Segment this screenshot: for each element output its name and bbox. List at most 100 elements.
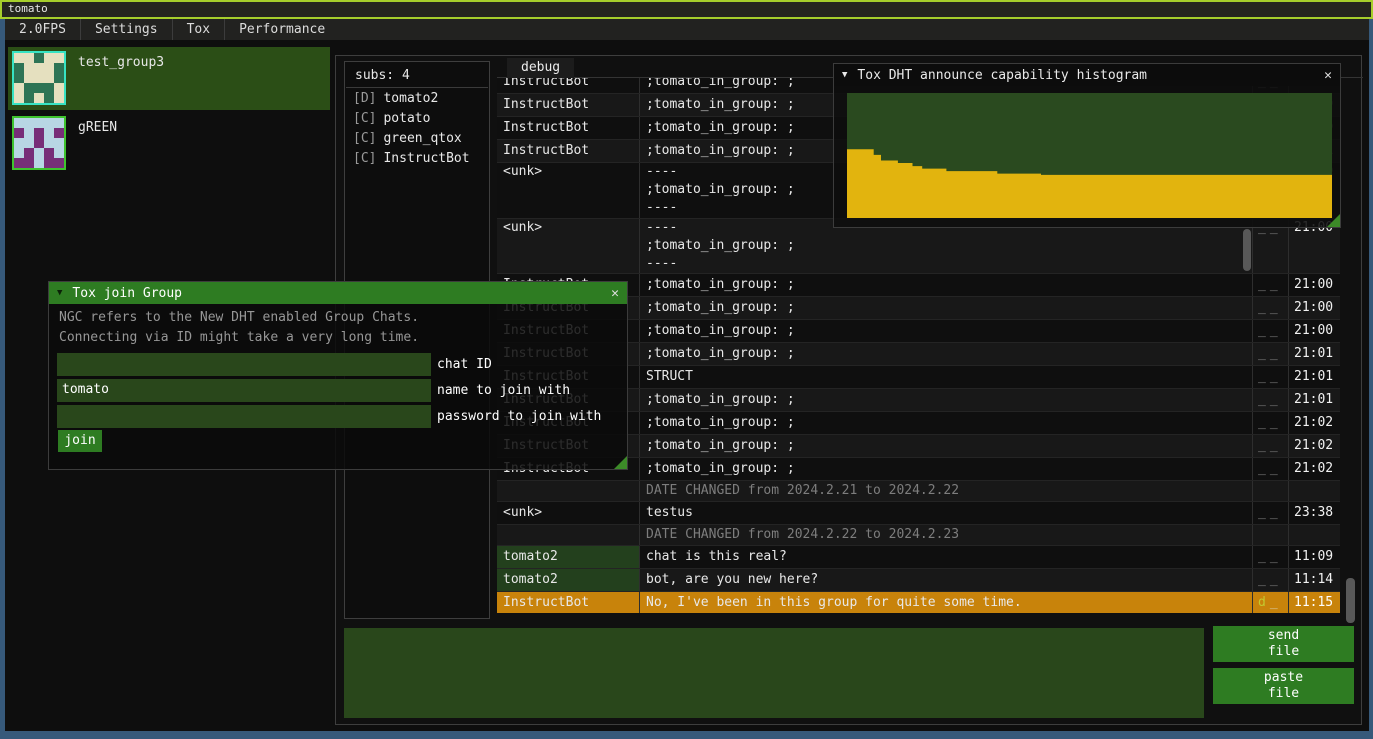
message-flag: _ bbox=[1258, 505, 1266, 520]
message-time: 21:02 bbox=[1288, 412, 1340, 434]
message-time: 21:02 bbox=[1288, 458, 1340, 480]
message-flag: _ bbox=[1258, 461, 1266, 476]
menu-item-performance[interactable]: Performance bbox=[225, 19, 339, 40]
message-name: <unk> bbox=[497, 163, 639, 218]
join-desc-line1: NGC refers to the New DHT enabled Group … bbox=[59, 310, 419, 325]
message-time: 21:01 bbox=[1288, 389, 1340, 411]
message-time: 21:00 bbox=[1288, 297, 1340, 319]
message-flag: _ bbox=[1258, 392, 1266, 407]
message-time: 21:01 bbox=[1288, 343, 1340, 365]
group-name: gREEN bbox=[78, 120, 117, 171]
message-flag: _ bbox=[1270, 346, 1278, 361]
message-text: ;tomato_in_group: ; bbox=[639, 458, 1252, 480]
message-flag: _ bbox=[1258, 323, 1266, 338]
message-flag: _ bbox=[1270, 415, 1278, 430]
member-status: [C] bbox=[353, 151, 376, 166]
message-flags: __ bbox=[1252, 297, 1288, 319]
join-button[interactable]: join bbox=[58, 430, 102, 452]
menu-item-tox[interactable]: Tox bbox=[173, 19, 224, 40]
group-row[interactable]: test_group3 bbox=[8, 47, 330, 110]
message-time: 23:38 bbox=[1288, 502, 1340, 524]
message-time: 11:14 bbox=[1288, 569, 1340, 591]
message-text: DATE CHANGED from 2024.2.22 to 2024.2.23 bbox=[639, 525, 1252, 545]
message-row[interactable]: tomato2bot, are you new here?__11:14 bbox=[497, 569, 1340, 592]
chat-id-label: chat ID bbox=[437, 353, 492, 376]
collapse-arrow-icon[interactable]: ▼ bbox=[842, 70, 847, 80]
join-titlebar[interactable]: ▼ Tox join Group ✕ bbox=[49, 282, 627, 304]
histogram-plot bbox=[847, 93, 1332, 218]
send-file-button[interactable]: send file bbox=[1213, 626, 1354, 662]
message-flags: __ bbox=[1252, 569, 1288, 591]
message-flags: __ bbox=[1252, 274, 1288, 296]
group-avatar bbox=[12, 51, 66, 105]
join-group-window: ▼ Tox join Group ✕ NGC refers to the New… bbox=[48, 281, 628, 470]
histogram-titlebar[interactable]: ▼ Tox DHT announce capability histogram … bbox=[834, 64, 1340, 86]
message-name: InstructBot bbox=[497, 78, 639, 93]
message-flag: _ bbox=[1270, 572, 1278, 587]
menu-item-settings[interactable]: Settings bbox=[81, 19, 172, 40]
message-time: 21:02 bbox=[1288, 435, 1340, 457]
message-time bbox=[1288, 525, 1340, 545]
message-time bbox=[1288, 481, 1340, 501]
message-flag: _ bbox=[1270, 505, 1278, 520]
message-flag: _ bbox=[1270, 438, 1278, 453]
close-icon[interactable]: ✕ bbox=[1324, 68, 1332, 83]
member-status: [C] bbox=[353, 131, 376, 146]
collapse-arrow-icon[interactable]: ▼ bbox=[57, 288, 62, 298]
join-desc-line2: Connecting via ID might take a very long… bbox=[59, 330, 419, 345]
resize-grip[interactable] bbox=[1327, 214, 1340, 227]
paste-file-button[interactable]: paste file bbox=[1213, 668, 1354, 704]
message-time: 11:15 bbox=[1288, 592, 1340, 613]
message-flags: __ bbox=[1252, 502, 1288, 524]
message-flag: _ bbox=[1270, 323, 1278, 338]
message-text: ;tomato_in_group: ; bbox=[639, 343, 1252, 365]
member-name: potato bbox=[383, 111, 430, 126]
message-text: ;tomato_in_group: ; bbox=[639, 412, 1252, 434]
messages-scrollbar-thumb[interactable] bbox=[1243, 229, 1251, 271]
join-password-label: password to join with bbox=[437, 405, 601, 428]
message-row[interactable]: <unk>testus__23:38 bbox=[497, 502, 1340, 525]
message-flag: _ bbox=[1258, 300, 1266, 315]
fps-indicator: 2.0FPS bbox=[5, 19, 80, 40]
message-flags bbox=[1252, 525, 1288, 545]
resize-grip[interactable] bbox=[614, 456, 627, 469]
message-time: 21:00 bbox=[1288, 320, 1340, 342]
group-avatar bbox=[12, 116, 66, 170]
message-row[interactable]: tomato2chat is this real?__11:09 bbox=[497, 546, 1340, 569]
join-name-input[interactable]: tomato bbox=[57, 379, 431, 402]
member-name: green_qtox bbox=[383, 131, 461, 146]
message-flags: __ bbox=[1252, 435, 1288, 457]
member-name: tomato2 bbox=[383, 91, 438, 106]
chat-id-input[interactable] bbox=[57, 353, 431, 376]
member-status: [C] bbox=[353, 111, 376, 126]
join-title: Tox join Group bbox=[72, 286, 182, 301]
message-text: bot, are you new here? bbox=[639, 569, 1252, 591]
message-flags: __ bbox=[1252, 366, 1288, 388]
close-icon[interactable]: ✕ bbox=[611, 286, 619, 301]
join-password-input[interactable] bbox=[57, 405, 431, 428]
message-text: ;tomato_in_group: ; bbox=[639, 297, 1252, 319]
message-name: InstructBot bbox=[497, 117, 639, 139]
chat-scrollbar-thumb[interactable] bbox=[1346, 578, 1355, 623]
message-name: <unk> bbox=[497, 219, 639, 273]
group-row[interactable]: gREEN bbox=[8, 112, 330, 175]
message-flag: _ bbox=[1258, 415, 1266, 430]
message-time: 11:09 bbox=[1288, 546, 1340, 568]
sidebar-group-list: test_group3 gREEN bbox=[8, 47, 330, 177]
message-text: No, I've been in this group for quite so… bbox=[639, 592, 1252, 613]
message-input[interactable] bbox=[344, 628, 1204, 718]
message-flags: __ bbox=[1252, 458, 1288, 480]
message-text: testus bbox=[639, 502, 1252, 524]
member-status: [D] bbox=[353, 91, 376, 106]
join-name-label: name to join with bbox=[437, 379, 570, 402]
message-row[interactable]: InstructBotNo, I've been in this group f… bbox=[497, 592, 1340, 613]
message-row[interactable]: DATE CHANGED from 2024.2.22 to 2024.2.23 bbox=[497, 525, 1340, 546]
member-row: [C] potato bbox=[345, 108, 489, 128]
tab-debug[interactable]: debug bbox=[507, 58, 574, 78]
message-time: 21:00 bbox=[1288, 274, 1340, 296]
member-row: [D] tomato2 bbox=[345, 88, 489, 108]
message-row[interactable]: DATE CHANGED from 2024.2.21 to 2024.2.22 bbox=[497, 481, 1340, 502]
message-flag: d bbox=[1258, 595, 1266, 610]
message-flags: __ bbox=[1252, 343, 1288, 365]
message-flag: _ bbox=[1270, 277, 1278, 292]
